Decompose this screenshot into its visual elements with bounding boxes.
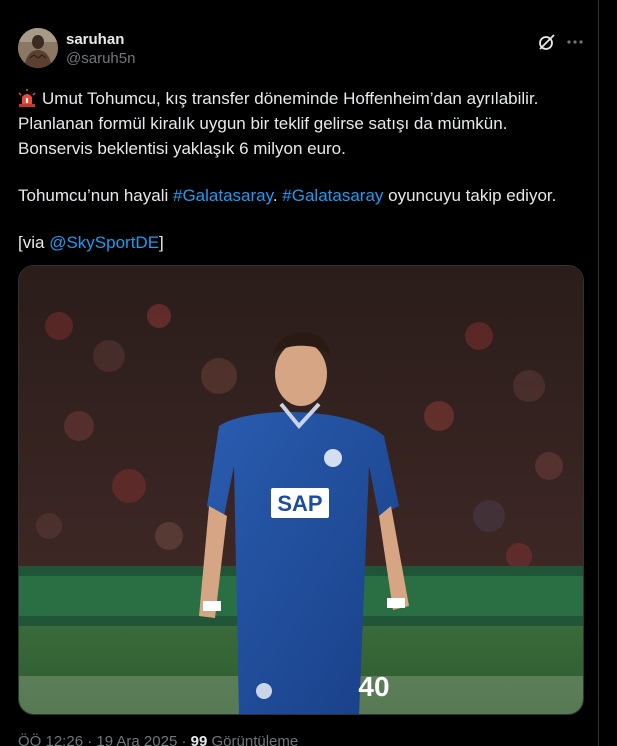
via-prefix: [via bbox=[18, 233, 50, 252]
hashtag-galatasaray-2[interactable]: #Galatasaray bbox=[282, 186, 383, 205]
tweet-time[interactable]: ÖÖ 12:26 bbox=[18, 733, 83, 746]
views-count: 99 bbox=[190, 733, 208, 746]
user-handle[interactable]: @saruh5n bbox=[66, 49, 135, 68]
tweet-line-3: Bonservis beklentisi yaklaşık 6 milyon e… bbox=[18, 139, 346, 158]
tweet-via-line: [via @SkySportDE] bbox=[18, 230, 584, 255]
scrollbar-track[interactable] bbox=[601, 0, 617, 746]
police-siren-icon bbox=[18, 89, 36, 107]
display-name[interactable]: saruhan bbox=[66, 30, 135, 49]
meta-separator-1: · bbox=[87, 733, 93, 746]
tweet-line-1-text: Umut Tohumcu, kış transfer döneminde Hof… bbox=[42, 89, 539, 108]
via-suffix: ] bbox=[159, 233, 164, 252]
more-horizontal-icon[interactable] bbox=[565, 32, 585, 52]
hashtag-galatasaray-1[interactable]: #Galatasaray bbox=[173, 186, 273, 205]
author-names: saruhan @saruh5n bbox=[66, 30, 135, 68]
line-4-mid: . bbox=[272, 186, 283, 205]
tweet-line-1: Umut Tohumcu, kış transfer döneminde Hof… bbox=[18, 86, 584, 111]
tweet-line-2: Planlanan formül kiralık uygun bir tekli… bbox=[18, 114, 508, 133]
tweet[interactable]: saruhan @saruh5n Umut Tohumcu, kış trans… bbox=[18, 28, 584, 746]
mention-skysportde[interactable]: @SkySportDE bbox=[49, 233, 159, 252]
jersey-sponsor: SAP bbox=[277, 491, 322, 516]
tweet-header: saruhan @saruh5n bbox=[18, 28, 584, 72]
tweet-photo[interactable]: SAP 40 bbox=[18, 265, 584, 715]
tweet-meta: ÖÖ 12:26 · 19 Ara 2025 · 99 Görüntüleme bbox=[18, 733, 298, 746]
views-label: Görüntüleme bbox=[211, 733, 299, 746]
tweet-date[interactable]: 19 Ara 2025 bbox=[96, 733, 177, 746]
grok-icon[interactable] bbox=[537, 32, 557, 52]
avatar[interactable] bbox=[18, 28, 58, 68]
line-4-suffix: oyuncuyu takip ediyor. bbox=[383, 186, 557, 205]
jersey-number: 40 bbox=[358, 671, 389, 702]
meta-separator-2: · bbox=[181, 733, 187, 746]
tweet-text: Umut Tohumcu, kış transfer döneminde Hof… bbox=[18, 86, 584, 255]
tweet-frame: saruhan @saruh5n Umut Tohumcu, kış trans… bbox=[0, 0, 599, 746]
tweet-line-4: Tohumcu’nun hayali #Galatasaray. #Galata… bbox=[18, 183, 584, 208]
line-4-prefix: Tohumcu’nun hayali bbox=[18, 186, 173, 205]
